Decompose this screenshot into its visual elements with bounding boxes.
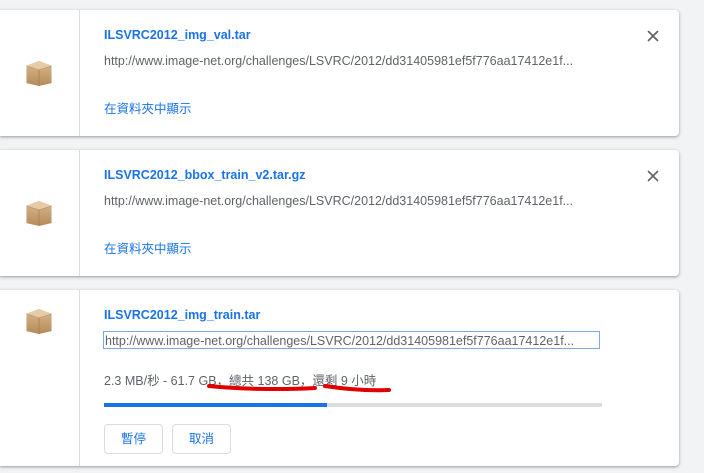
download-filename-link[interactable]: ILSVRC2012_bbox_train_v2.tar.gz bbox=[104, 168, 305, 182]
package-icon bbox=[25, 60, 53, 87]
package-icon bbox=[25, 308, 53, 335]
file-icon-column bbox=[0, 10, 80, 136]
show-in-folder-link[interactable]: 在資料夾中顯示 bbox=[104, 98, 192, 117]
download-filename-link[interactable]: ILSVRC2012_img_val.tar bbox=[104, 28, 251, 42]
close-icon[interactable] bbox=[645, 168, 661, 184]
download-progress-fill bbox=[104, 403, 327, 407]
show-in-folder-link[interactable]: 在資料夾中顯示 bbox=[104, 238, 192, 257]
download-filename-link[interactable]: ILSVRC2012_img_train.tar bbox=[104, 308, 260, 322]
download-item-in-progress: ILSVRC2012_img_train.tar http://www.imag… bbox=[0, 290, 679, 466]
download-item: ILSVRC2012_img_val.tar http://www.image-… bbox=[0, 10, 679, 136]
cancel-button[interactable]: 取消 bbox=[172, 424, 231, 454]
close-icon[interactable] bbox=[645, 28, 661, 44]
download-progress-bar bbox=[104, 403, 602, 407]
download-url-selected[interactable]: http://www.image-net.org/challenges/LSVR… bbox=[103, 331, 600, 349]
pause-button[interactable]: 暫停 bbox=[104, 424, 163, 454]
download-url: http://www.image-net.org/challenges/LSVR… bbox=[104, 54, 574, 68]
package-icon bbox=[25, 200, 53, 227]
download-status-text: 2.3 MB/秒 - 61.7 GB，總共 138 GB，還剩 9 小時 bbox=[104, 374, 377, 388]
file-icon-column bbox=[0, 150, 80, 276]
download-item: ILSVRC2012_bbox_train_v2.tar.gz http://w… bbox=[0, 150, 679, 276]
file-icon-column bbox=[0, 290, 80, 466]
download-url: http://www.image-net.org/challenges/LSVR… bbox=[104, 194, 574, 208]
